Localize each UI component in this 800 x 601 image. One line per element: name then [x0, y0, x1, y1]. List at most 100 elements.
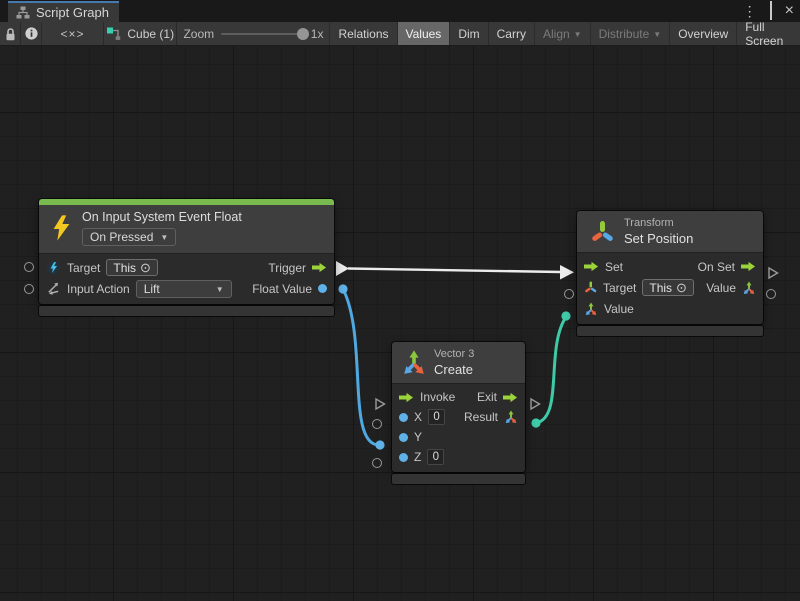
flow-arrow-icon — [503, 392, 518, 403]
wire-trigger-to-set[interactable] — [348, 269, 561, 273]
event-mode-dropdown[interactable]: On Pressed ▼ — [82, 228, 176, 246]
trigger-output-port[interactable] — [336, 261, 349, 276]
x-input-port[interactable] — [372, 419, 382, 429]
transform-value-output-port[interactable] — [766, 289, 776, 299]
float-value-output-port[interactable] — [338, 284, 347, 293]
node-vector3-create[interactable]: Vector 3 Create Invoke Exit — [392, 342, 525, 484]
set-row: Set On Set — [577, 256, 763, 277]
window-maximize-button[interactable] — [770, 4, 772, 18]
vector3-icon — [504, 410, 518, 424]
exit-output-port[interactable] — [528, 397, 542, 411]
zoom-slider[interactable] — [221, 33, 304, 35]
onset-output-port[interactable] — [766, 266, 780, 280]
window-menu-button[interactable]: ⋮ — [743, 4, 757, 18]
zoom-slider-handle[interactable] — [297, 28, 309, 40]
window-close-button[interactable]: × — [785, 3, 794, 19]
transform-target-this-chip[interactable]: This ⊙ — [642, 279, 694, 296]
z-value-field[interactable]: 0 — [427, 449, 444, 465]
vector3-header-icon — [401, 349, 427, 376]
dim-button[interactable]: Dim — [449, 22, 487, 45]
values-button[interactable]: Values — [397, 22, 450, 45]
vector3-node-footer — [392, 474, 525, 484]
target-this-chip[interactable]: This ⊙ — [106, 259, 158, 276]
target-row: Target This ⊙ Trigger — [39, 257, 334, 278]
script-graph-window: Script Graph ⋮ × — [0, 0, 800, 601]
value-input-port-connected[interactable] — [561, 311, 570, 320]
transform-target-label: Target — [603, 281, 636, 295]
float-value-port-icon[interactable] — [318, 284, 327, 293]
lock-button[interactable] — [0, 22, 21, 45]
align-button[interactable]: Align ▼ — [534, 22, 590, 45]
align-label: Align — [543, 27, 570, 41]
tab-script-graph[interactable]: Script Graph — [8, 1, 119, 22]
value-output-label: Value — [706, 281, 736, 295]
vector3-icon — [742, 281, 756, 295]
z-row: Z 0 — [392, 447, 525, 467]
on-set-label: On Set — [698, 260, 735, 274]
transform-node-type: Transform — [624, 217, 693, 229]
info-icon — [24, 26, 39, 41]
bolt-circle-icon — [46, 260, 61, 275]
event-node-title: On Input System Event Float — [82, 210, 242, 224]
maximize-icon — [770, 1, 772, 20]
input-action-row: Input Action Lift ▼ Float Value — [39, 278, 334, 299]
chevron-down-icon: ▼ — [574, 31, 582, 39]
code-view-button[interactable]: <×> — [42, 22, 104, 45]
event-inputaction-input-port[interactable] — [24, 284, 34, 294]
set-label: Set — [605, 260, 623, 274]
distribute-label: Distribute — [599, 27, 650, 41]
trigger-label: Trigger — [268, 261, 306, 275]
graph-target-label: Cube (1) — [127, 27, 174, 41]
transform-target-value: This — [649, 281, 672, 295]
invoke-input-port[interactable] — [373, 397, 387, 411]
input-action-icon — [46, 281, 61, 296]
x-row: X 0 Result — [392, 407, 525, 427]
lock-icon — [4, 27, 17, 41]
chevron-down-icon: ▼ — [216, 286, 224, 294]
carry-button[interactable]: Carry — [488, 22, 534, 45]
vector3-node-title: Create — [434, 362, 474, 377]
invoke-label: Invoke — [420, 390, 455, 404]
x-value-field[interactable]: 0 — [428, 409, 445, 425]
distribute-button[interactable]: Distribute ▼ — [590, 22, 670, 45]
overview-button[interactable]: Overview — [669, 22, 736, 45]
transform-target-input-port[interactable] — [564, 289, 574, 299]
flow-arrow-icon — [312, 262, 327, 273]
input-action-dropdown[interactable]: Lift ▼ — [136, 280, 232, 298]
exit-label: Exit — [477, 390, 497, 404]
event-mode-value: On Pressed — [90, 230, 153, 244]
event-node-footer — [39, 306, 334, 316]
z-port-icon[interactable] — [399, 453, 408, 462]
z-input-port[interactable] — [372, 458, 382, 468]
node-on-input-system-event-float[interactable]: On Input System Event Float On Pressed ▼ — [39, 199, 334, 316]
y-input-port-connected[interactable] — [375, 440, 384, 449]
transform-icon — [589, 219, 615, 245]
x-port-icon[interactable] — [399, 413, 408, 422]
graph-target-indicator[interactable]: Cube (1) — [104, 22, 177, 45]
node-transform-set-position[interactable]: Transform Set Position Set On Set — [577, 211, 763, 336]
result-output-port[interactable] — [531, 418, 540, 427]
vector3-node-type: Vector 3 — [434, 348, 474, 360]
flow-arrow-icon — [399, 392, 414, 403]
graph-asset-icon — [106, 26, 121, 41]
target-label: Target — [67, 261, 100, 275]
full-screen-button[interactable]: Full Screen — [736, 22, 800, 45]
transform-node-footer — [577, 326, 763, 336]
chevron-down-icon: ▼ — [160, 234, 168, 242]
target-this-value: This — [113, 261, 136, 275]
lightning-bolt-icon — [51, 215, 72, 241]
graph-hierarchy-icon — [16, 6, 30, 20]
y-port-icon[interactable] — [399, 433, 408, 442]
flow-arrow-icon — [584, 261, 599, 272]
wire-arrowhead — [560, 265, 574, 280]
info-button[interactable] — [21, 22, 42, 45]
zoom-control: Zoom 1x — [177, 22, 329, 45]
vector3-icon — [584, 302, 598, 316]
transform-value-row: Value — [577, 298, 763, 319]
target-icon: ⊙ — [676, 281, 687, 294]
graph-canvas[interactable]: On Input System Event Float On Pressed ▼ — [0, 46, 800, 601]
event-target-input-port[interactable] — [24, 262, 34, 272]
relations-button[interactable]: Relations — [329, 22, 396, 45]
value-input-label: Value — [604, 302, 634, 316]
input-action-value: Lift — [144, 282, 160, 296]
